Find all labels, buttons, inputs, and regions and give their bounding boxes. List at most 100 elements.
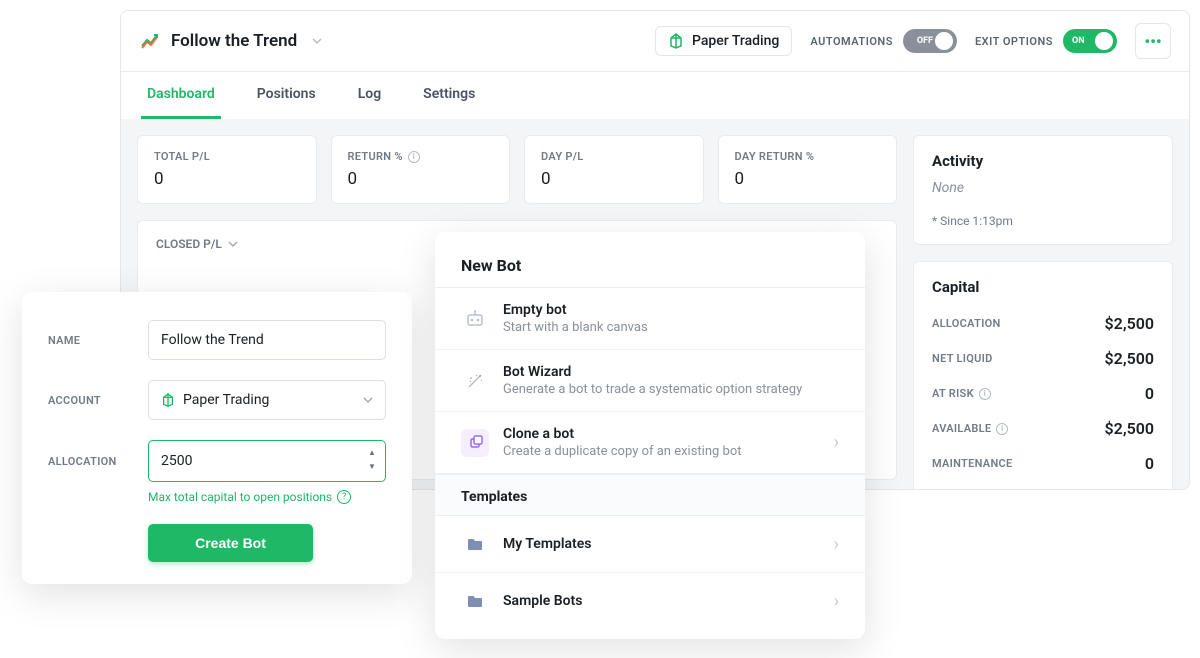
exit-options-toggle-group: EXIT OPTIONS ON [975, 29, 1117, 53]
stat-value: 0 [154, 169, 300, 189]
chevron-right-icon: › [834, 432, 839, 453]
robot-icon [461, 305, 489, 333]
stat-value: 0 [735, 169, 881, 189]
option-title: Clone a bot [503, 426, 820, 442]
broker-logo-icon [161, 393, 175, 407]
activity-none: None [932, 180, 1154, 196]
option-desc: Generate a bot to trade a systematic opt… [503, 382, 839, 397]
cap-value: $2,500 [1105, 314, 1154, 333]
cap-label: AVAILABLE i [932, 422, 1008, 435]
stat-total-pl: TOTAL P/L 0 [137, 135, 317, 204]
cap-row: AT RISK i 0 [932, 376, 1154, 411]
toggle-knob [935, 32, 953, 50]
option-empty-bot[interactable]: Empty bot Start with a blank canvas [435, 288, 865, 350]
toggle-on-text: ON [1072, 36, 1085, 46]
cap-label: NET LIQUID [932, 352, 993, 365]
allocation-label: ALLOCATION [48, 455, 148, 468]
capital-card: Capital ALLOCATION $2,500 NET LIQUID $2,… [913, 261, 1173, 490]
exit-options-label: EXIT OPTIONS [975, 35, 1053, 48]
stat-day-return-pct: DAY RETURN % 0 [718, 135, 898, 204]
cap-row: ALLOCATION $2,500 [932, 306, 1154, 341]
chevron-right-icon: › [834, 591, 839, 612]
more-icon: ••• [1144, 32, 1161, 51]
option-desc: Create a duplicate copy of an existing b… [503, 444, 820, 459]
template-my-templates[interactable]: My Templates › [435, 516, 865, 573]
broker-logo-icon [668, 33, 684, 49]
info-icon[interactable]: i [408, 151, 420, 163]
step-down-button[interactable]: ▼ [365, 459, 379, 473]
tab-positions[interactable]: Positions [251, 72, 322, 119]
tab-dashboard[interactable]: Dashboard [141, 72, 221, 119]
paper-trading-label: Paper Trading [692, 33, 779, 49]
stat-label: TOTAL P/L [154, 150, 300, 163]
folder-icon [461, 530, 489, 558]
capital-heading: Capital [932, 278, 1154, 296]
tab-log[interactable]: Log [352, 72, 387, 119]
template-sample-bots[interactable]: Sample Bots › [435, 573, 865, 629]
create-bot-button[interactable]: Create Bot [148, 524, 313, 562]
template-title: My Templates [503, 536, 820, 552]
exit-options-toggle[interactable]: ON [1063, 29, 1117, 53]
chevron-down-icon [228, 239, 238, 249]
automations-toggle-group: AUTOMATIONS OFF [810, 29, 957, 53]
activity-since: * Since 1:13pm [932, 214, 1154, 228]
form-row-account: ACCOUNT Paper Trading [48, 380, 386, 420]
account-select[interactable]: Paper Trading [148, 380, 386, 420]
info-icon[interactable]: i [979, 388, 991, 400]
help-icon[interactable]: ? [337, 490, 351, 504]
cap-row: NET LIQUID $2,500 [932, 341, 1154, 376]
name-label: NAME [48, 334, 148, 347]
automations-toggle[interactable]: OFF [903, 29, 957, 53]
stat-return-pct: RETURN % i 0 [331, 135, 511, 204]
cap-row: MAINTENANCE 0 [932, 446, 1154, 481]
title-dropdown-icon[interactable] [311, 35, 323, 47]
info-icon[interactable]: i [996, 423, 1008, 435]
stat-label: DAY P/L [541, 150, 687, 163]
stat-value: 0 [541, 169, 687, 189]
chevron-right-icon: › [834, 534, 839, 555]
folder-icon [461, 587, 489, 615]
tabs: Dashboard Positions Log Settings [121, 72, 1189, 119]
top-bar: Follow the Trend Paper Trading AUTOMATIO… [121, 11, 1189, 72]
stat-label: RETURN % i [348, 150, 494, 163]
toggle-knob [1095, 32, 1113, 50]
trend-icon [139, 30, 161, 52]
chevron-down-icon [363, 395, 373, 405]
form-row-name: NAME Follow the Trend [48, 320, 386, 360]
top-right-controls: Paper Trading AUTOMATIONS OFF EXIT OPTIO… [655, 23, 1171, 59]
create-bot-modal: NAME Follow the Trend ACCOUNT Paper Trad… [22, 292, 412, 584]
cap-value: 0 [1145, 384, 1154, 403]
option-title: Empty bot [503, 302, 839, 318]
paper-trading-badge[interactable]: Paper Trading [655, 26, 792, 56]
more-menu-button[interactable]: ••• [1135, 23, 1171, 59]
template-title: Sample Bots [503, 593, 820, 609]
option-desc: Start with a blank canvas [503, 320, 839, 335]
allocation-helper-text: Max total capital to open positions ? [148, 490, 386, 504]
option-title: Bot Wizard [503, 364, 839, 380]
activity-heading: Activity [932, 152, 1154, 170]
stat-cards: TOTAL P/L 0 RETURN % i 0 DAY P/L 0 DAY R… [137, 135, 897, 204]
cap-value: $2,500 [1105, 419, 1154, 438]
new-bot-panel: New Bot Empty bot Start with a blank can… [435, 232, 865, 639]
cap-label: AT RISK i [932, 387, 991, 400]
cap-row: AVAILABLE i $2,500 [932, 411, 1154, 446]
allocation-input-wrap: 2500 ▲ ▼ [148, 440, 386, 482]
side-column: Activity None * Since 1:13pm Capital ALL… [913, 135, 1173, 490]
allocation-input[interactable]: 2500 [149, 441, 385, 481]
wand-icon [461, 367, 489, 395]
option-bot-wizard[interactable]: Bot Wizard Generate a bot to trade a sys… [435, 350, 865, 412]
new-bot-title: New Bot [435, 256, 865, 288]
templates-section-label: Templates [435, 474, 865, 516]
activity-card: Activity None * Since 1:13pm [913, 135, 1173, 245]
name-input[interactable]: Follow the Trend [148, 320, 386, 360]
tab-settings[interactable]: Settings [417, 72, 481, 119]
option-clone-bot[interactable]: Clone a bot Create a duplicate copy of a… [435, 412, 865, 474]
stat-day-pl: DAY P/L 0 [524, 135, 704, 204]
allocation-stepper: ▲ ▼ [365, 445, 379, 473]
form-row-allocation: ALLOCATION 2500 ▲ ▼ [48, 440, 386, 482]
cap-label: ALLOCATION [932, 317, 1001, 330]
stat-value: 0 [348, 169, 494, 189]
copy-icon [461, 429, 489, 457]
cap-value: 0 [1145, 454, 1154, 473]
step-up-button[interactable]: ▲ [365, 445, 379, 459]
